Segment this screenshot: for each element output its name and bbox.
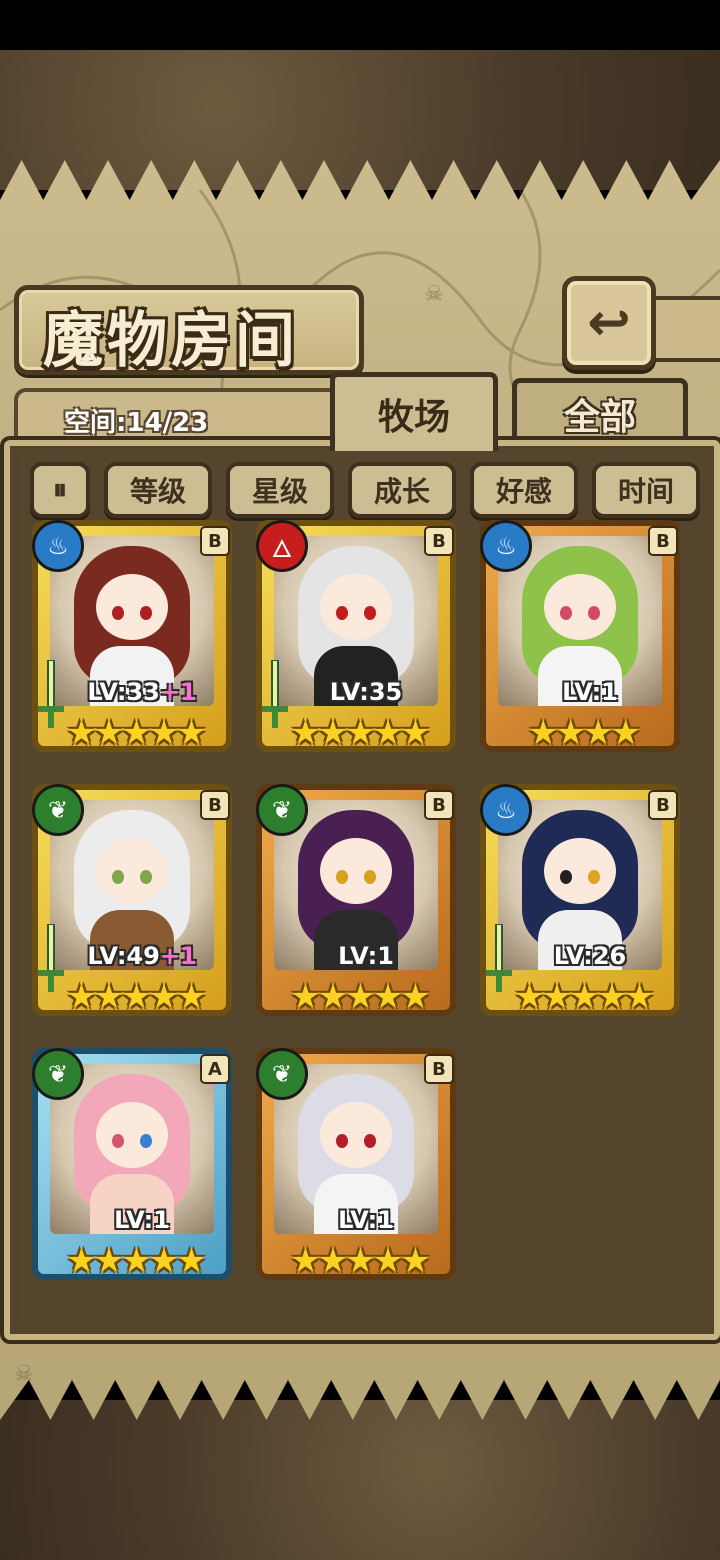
level-label: LV:1 xyxy=(338,1206,394,1234)
background-map-bottom xyxy=(0,1400,720,1560)
sort-star-button[interactable]: 星级 xyxy=(226,462,334,518)
page-title: 魔物房间 xyxy=(43,306,299,376)
level-label: LV:35 xyxy=(329,678,403,706)
level-label: LV:1 xyxy=(338,942,394,970)
level-bonus: +1 xyxy=(159,678,197,706)
rank-badge: B xyxy=(648,526,678,556)
title-plate: 魔物房间 xyxy=(14,285,364,376)
rank-badge: B xyxy=(424,790,454,820)
water-element-icon: ♨ xyxy=(480,520,532,572)
skull-icon: ☠ xyxy=(14,1362,34,1387)
monster-card[interactable]: ❦ B LV:49+1 ★★★★★ xyxy=(32,784,240,1022)
sort-growth-button[interactable]: 成长 xyxy=(348,462,456,518)
level-label: LV:1 xyxy=(562,678,618,706)
rank-badge: B xyxy=(424,1054,454,1084)
rank-badge: B xyxy=(648,790,678,820)
pause-icon: ⏸ xyxy=(52,473,67,506)
monster-card[interactable]: ♨ B LV:26 ★★★★★ xyxy=(480,784,688,1022)
monster-card[interactable]: ♨ B LV:33+1 ★★★★★ xyxy=(32,520,240,758)
wood-element-icon: ❦ xyxy=(32,784,84,836)
star-rating: ★★★★★ xyxy=(290,1241,430,1281)
star-rating: ★★★★★ xyxy=(66,977,206,1017)
star-rating: ★★★★★ xyxy=(66,713,206,753)
level-label: LV:33+1 xyxy=(87,678,197,706)
fire-element-icon: 🜂 xyxy=(256,520,308,572)
status-bar xyxy=(0,0,720,50)
wood-element-icon: ❦ xyxy=(256,784,308,836)
level-bonus: +1 xyxy=(159,942,197,970)
water-element-icon: ♨ xyxy=(32,520,84,572)
level-label: LV:49+1 xyxy=(87,942,197,970)
level-label: LV:1 xyxy=(114,1206,170,1234)
return-arrow-icon: ↩ xyxy=(587,293,631,353)
star-rating: ★★★★★ xyxy=(290,977,430,1017)
star-rating: ★★★★★ xyxy=(66,1241,206,1281)
monster-card[interactable]: ❦ B LV:1 ★★★★★ xyxy=(256,1048,464,1286)
wood-element-icon: ❦ xyxy=(32,1048,84,1100)
sort-affection-button[interactable]: 好感 xyxy=(470,462,578,518)
rank-badge: A xyxy=(200,1054,230,1084)
sort-time-button[interactable]: 时间 xyxy=(592,462,700,518)
back-button[interactable]: ↩ xyxy=(562,276,656,370)
rank-badge: B xyxy=(424,526,454,556)
tab-ranch[interactable]: 牧场 xyxy=(330,372,498,451)
space-counter: 空间:14/23 xyxy=(64,408,209,438)
sort-order-button[interactable]: ⏸ xyxy=(30,462,90,518)
skull-icon: ☠ xyxy=(424,282,444,307)
wood-element-icon: ❦ xyxy=(256,1048,308,1100)
rank-badge: B xyxy=(200,790,230,820)
space-counter-bar: 空间:14/23 xyxy=(14,388,346,444)
level-label: LV:26 xyxy=(553,942,627,970)
sort-filter-row: ⏸ 等级 星级 成长 好感 时间 xyxy=(30,462,700,518)
tab-all[interactable]: 全部 xyxy=(512,378,688,445)
water-element-icon: ♨ xyxy=(480,784,532,836)
monster-card[interactable]: 🜂 B LV:35 ★★★★★ xyxy=(256,520,464,758)
monster-card[interactable]: ❦ A LV:1 ★★★★★ xyxy=(32,1048,240,1286)
star-rating: ★★★★★ xyxy=(290,713,430,753)
monster-card[interactable]: ❦ B LV:1 ★★★★★ xyxy=(256,784,464,1022)
sort-level-button[interactable]: 等级 xyxy=(104,462,212,518)
monster-card[interactable]: ♨ B LV:1 ★★★★ xyxy=(480,520,688,758)
rank-badge: B xyxy=(200,526,230,556)
star-rating: ★★★★★ xyxy=(514,977,654,1017)
star-rating: ★★★★ xyxy=(528,713,641,753)
